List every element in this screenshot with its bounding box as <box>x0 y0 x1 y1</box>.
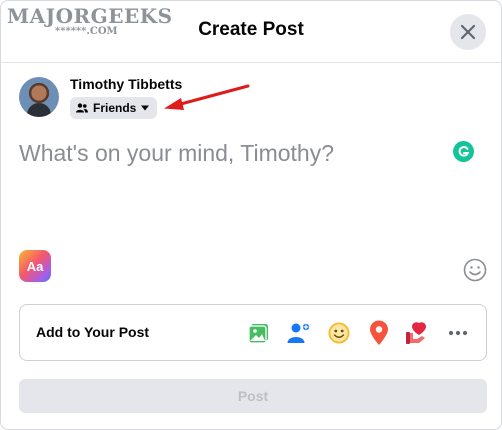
feeling-activity-icon[interactable] <box>326 320 352 346</box>
add-to-post-bar: Add to Your Post <box>19 304 487 361</box>
grammarly-icon[interactable] <box>453 141 474 162</box>
tag-people-icon[interactable] <box>286 320 312 346</box>
check-in-icon[interactable] <box>366 320 392 346</box>
background-picker-label: Aa <box>26 258 44 274</box>
post-button-label: Post <box>237 388 269 404</box>
annotation-arrow-icon <box>164 84 250 110</box>
background-picker-button[interactable]: Aa <box>19 250 51 282</box>
add-to-post-label: Add to Your Post <box>36 324 150 340</box>
create-post-dialog: MAJORGEEKS ******.COM Create Post Timoth… <box>0 0 502 430</box>
post-text-input[interactable]: What's on your mind, Timothy? <box>19 140 439 167</box>
post-button[interactable]: Post <box>19 379 487 413</box>
emoji-icon[interactable] <box>463 258 487 282</box>
host-qa-icon[interactable] <box>405 320 431 346</box>
photo-video-icon[interactable] <box>246 320 272 346</box>
more-icon[interactable] <box>445 320 471 346</box>
